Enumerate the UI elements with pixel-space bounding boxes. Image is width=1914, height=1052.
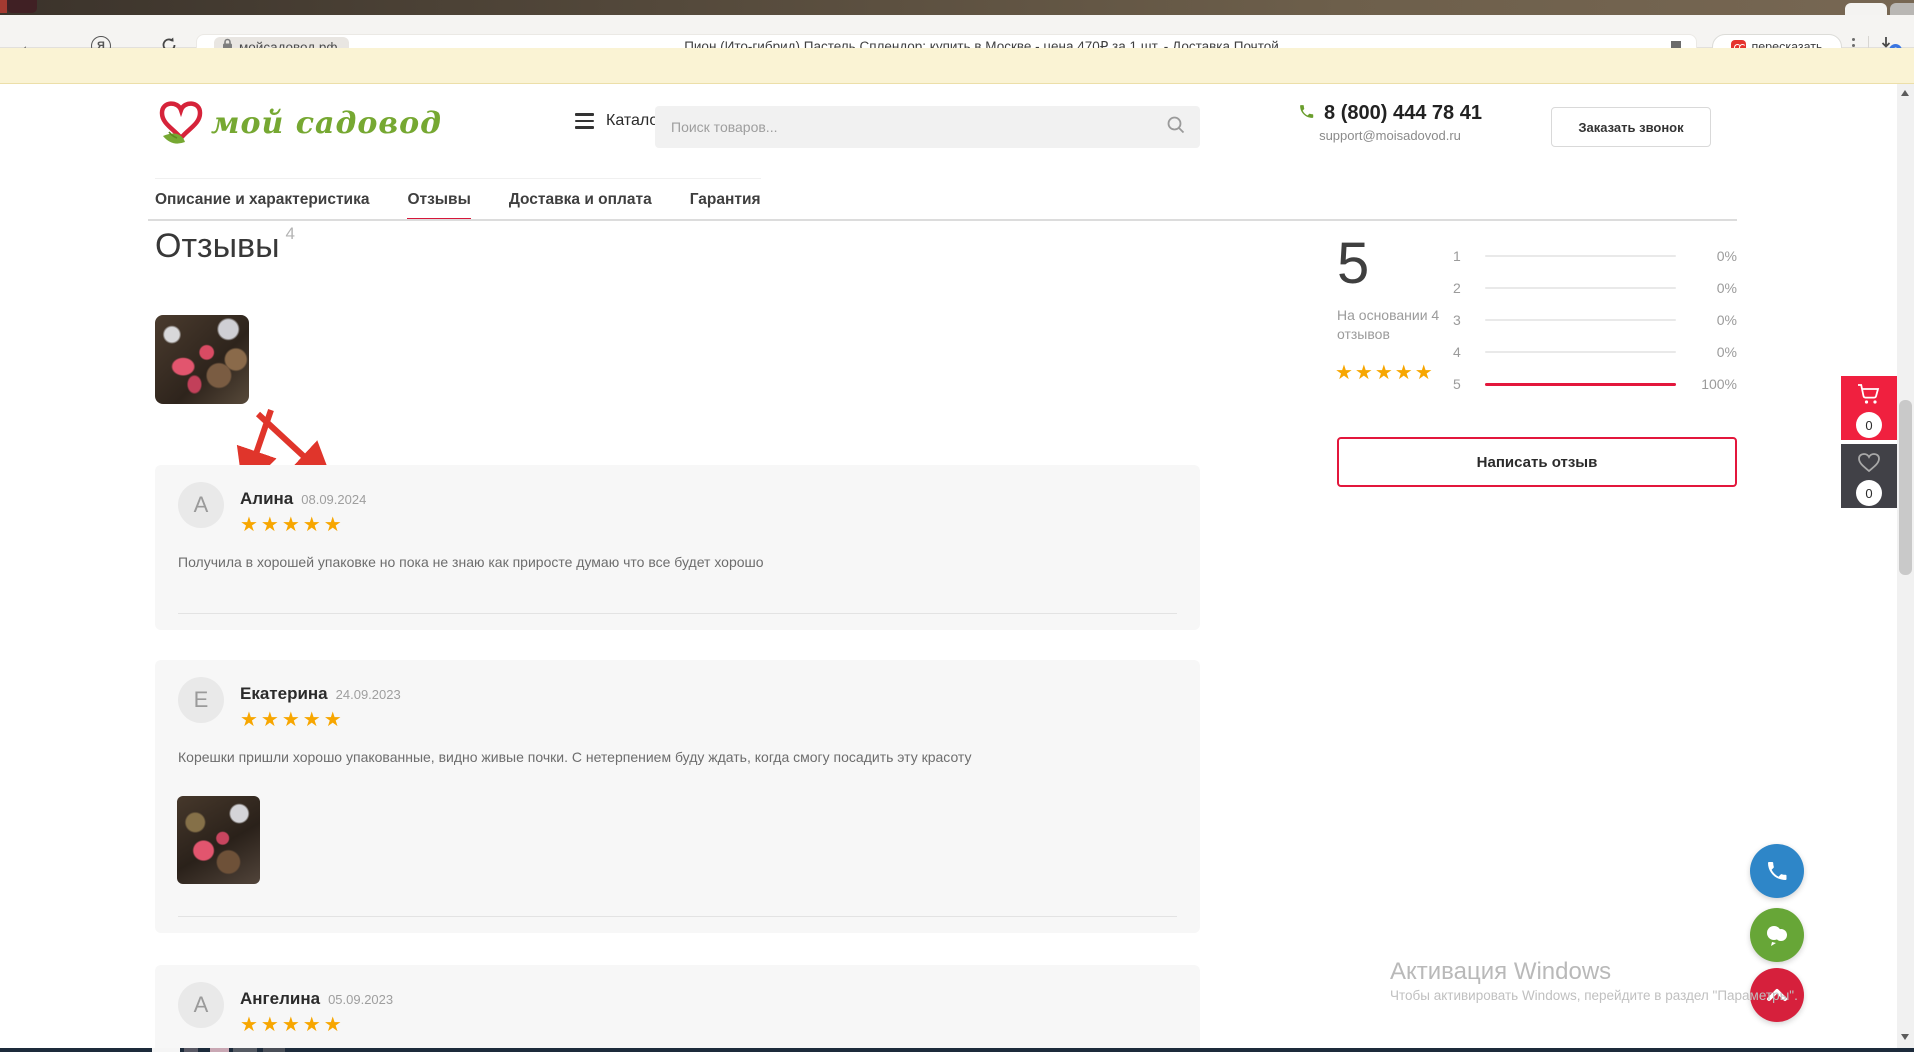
chat-icon [1763, 922, 1791, 948]
search-input[interactable] [669, 118, 1166, 136]
windows-activation-text: Чтобы активировать Windows, перейдите в … [1390, 988, 1798, 1003]
distribution-bar [1485, 383, 1676, 385]
scrollbar-down-arrow[interactable] [1901, 1034, 1909, 1040]
distribution-percent: 0% [1692, 280, 1737, 296]
logo-text: мой садовод [211, 106, 442, 141]
cart-widget[interactable]: 0 [1841, 376, 1897, 440]
phone-icon [1765, 859, 1789, 883]
product-tabs: Описание и характеристика Отзывы Доставк… [155, 178, 761, 220]
distribution-star-label: 4 [1453, 344, 1469, 360]
review-stars: ★★★★★ [240, 707, 345, 732]
call-float-button[interactable] [1750, 844, 1804, 898]
review-card: А Ангелина05.09.2023 ★★★★★ [155, 965, 1200, 1048]
distribution-star-label: 2 [1453, 280, 1469, 296]
browser-toolbar: ← Я мойсадовод.рф Пион (Ито-гибрид) Паст… [0, 15, 1914, 48]
distribution-percent: 100% [1692, 376, 1737, 392]
distribution-bar [1485, 351, 1676, 353]
distribution-row: 4 0% [1453, 336, 1737, 368]
tab-delivery[interactable]: Доставка и оплата [509, 180, 652, 220]
review-stars: ★★★★★ [240, 1012, 345, 1037]
chat-float-button[interactable] [1750, 908, 1804, 962]
review-divider [178, 613, 1177, 614]
review-text: Корешки пришли хорошо упакованные, видно… [178, 748, 1160, 768]
review-photo-thumbnail[interactable] [155, 315, 249, 404]
rating-stars: ★★★★★ [1335, 360, 1435, 385]
logo-heart-icon [155, 96, 207, 150]
tab-warranty[interactable]: Гарантия [690, 180, 761, 220]
scrollbar-up-arrow[interactable] [1901, 90, 1909, 96]
cart-count-badge: 0 [1856, 412, 1882, 438]
review-text: Получила в хорошей упаковке но пока не з… [178, 553, 1160, 573]
browser-tab-strip [0, 0, 1914, 15]
screen: ← Я мойсадовод.рф Пион (Ито-гибрид) Паст… [0, 0, 1914, 1052]
catalog-button[interactable]: Каталог [575, 112, 664, 130]
review-attached-photo[interactable] [177, 796, 260, 884]
reviews-count: 4 [286, 224, 295, 243]
avatar: А [178, 982, 224, 1028]
tab-description[interactable]: Описание и характеристика [155, 180, 369, 220]
scrollbar-thumb[interactable] [1899, 400, 1912, 575]
wishlist-count-badge: 0 [1856, 480, 1882, 506]
yandex-offer-bar: Y Найдены другие предложения по запросу … [0, 48, 1914, 84]
windows-activation-title: Активация Windows [1390, 958, 1611, 986]
rating-based-on: На основании 4 отзывов [1337, 306, 1457, 344]
avatar: Е [178, 677, 224, 723]
distribution-percent: 0% [1692, 248, 1737, 264]
site-logo[interactable]: мой садовод [155, 96, 442, 150]
hamburger-icon [575, 113, 594, 129]
review-card: Е Екатерина24.09.2023 ★★★★★ Корешки приш… [155, 660, 1200, 933]
reviews-title: Отзывы4 [155, 224, 295, 266]
distribution-bar [1485, 319, 1676, 321]
callback-button[interactable]: Заказать звонок [1551, 107, 1711, 147]
avatar: А [178, 482, 224, 528]
review-card: А Алина08.09.2024 ★★★★★ Получила в хорош… [155, 465, 1200, 630]
reviewer-name: Екатерина24.09.2023 [240, 684, 401, 704]
contact-block: 8 (800) 444 78 41 support@moisadovod.ru [1285, 102, 1495, 143]
distribution-bar [1485, 255, 1676, 257]
rating-distribution: 1 0% 2 0% 3 0% 4 0% 5 100% [1453, 240, 1737, 400]
distribution-star-label: 3 [1453, 312, 1469, 328]
distribution-row: 5 100% [1453, 368, 1737, 400]
browser-tab-partial-right[interactable] [1890, 3, 1914, 15]
tab-strip-accent [0, 0, 7, 13]
reviewer-name: Алина08.09.2024 [240, 489, 366, 509]
distribution-row: 2 0% [1453, 272, 1737, 304]
distribution-percent: 0% [1692, 312, 1737, 328]
active-tab-top [1845, 3, 1887, 15]
taskbar-edge [0, 1048, 1914, 1052]
write-review-button[interactable]: Написать отзыв [1337, 437, 1737, 487]
distribution-row: 3 0% [1453, 304, 1737, 336]
review-date: 05.09.2023 [328, 992, 393, 1007]
site-page: мой садовод Каталог 8 (800) 444 78 41 su… [0, 84, 1914, 1048]
distribution-star-label: 5 [1453, 376, 1469, 392]
distribution-bar [1485, 287, 1676, 289]
review-date: 24.09.2023 [336, 687, 401, 702]
search-icon[interactable] [1166, 115, 1186, 140]
browser-tab-partial[interactable] [7, 0, 37, 13]
cart-icon [1856, 383, 1882, 410]
search-box [655, 106, 1200, 148]
wishlist-widget[interactable]: 0 [1841, 444, 1897, 508]
support-email[interactable]: support@moisadovod.ru [1285, 128, 1495, 143]
distribution-percent: 0% [1692, 344, 1737, 360]
tab-reviews[interactable]: Отзывы [407, 180, 470, 220]
review-date: 08.09.2024 [301, 492, 366, 507]
distribution-star-label: 1 [1453, 248, 1469, 264]
phone-number[interactable]: 8 (800) 444 78 41 [1324, 102, 1482, 125]
rating-score: 5 [1337, 230, 1369, 297]
phone-icon [1298, 103, 1315, 125]
tabs-divider [148, 219, 1737, 221]
reviewer-name: Ангелина05.09.2023 [240, 989, 393, 1009]
review-divider [178, 916, 1177, 917]
heart-icon [1857, 452, 1881, 478]
review-stars: ★★★★★ [240, 512, 345, 537]
distribution-row: 1 0% [1453, 240, 1737, 272]
scrollbar[interactable] [1897, 84, 1914, 1048]
